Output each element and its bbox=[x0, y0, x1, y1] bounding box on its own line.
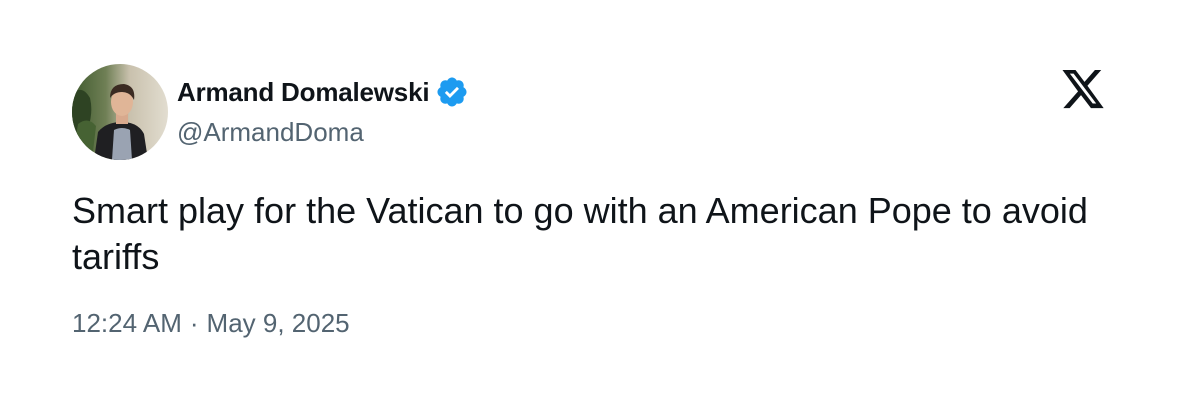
author-display-name[interactable]: Armand Domalewski bbox=[177, 77, 430, 108]
tweet-text: Smart play for the Vatican to go with an… bbox=[72, 190, 1088, 277]
author-name-row: Armand Domalewski bbox=[177, 74, 469, 110]
avatar-image bbox=[72, 64, 168, 160]
x-logo-icon[interactable] bbox=[1060, 70, 1106, 112]
tweet-time: 12:24 AM bbox=[72, 308, 182, 338]
timestamp-separator: · bbox=[189, 308, 199, 338]
author-handle[interactable]: @ArmandDoma bbox=[177, 117, 364, 148]
verified-badge-icon[interactable] bbox=[435, 75, 469, 109]
tweet-timestamp[interactable]: 12:24 AM · May 9, 2025 bbox=[72, 308, 350, 339]
tweet-date: May 9, 2025 bbox=[206, 308, 350, 338]
avatar[interactable] bbox=[72, 64, 168, 160]
tweet-card: Armand Domalewski @ArmandDoma Smart play… bbox=[0, 0, 1180, 408]
